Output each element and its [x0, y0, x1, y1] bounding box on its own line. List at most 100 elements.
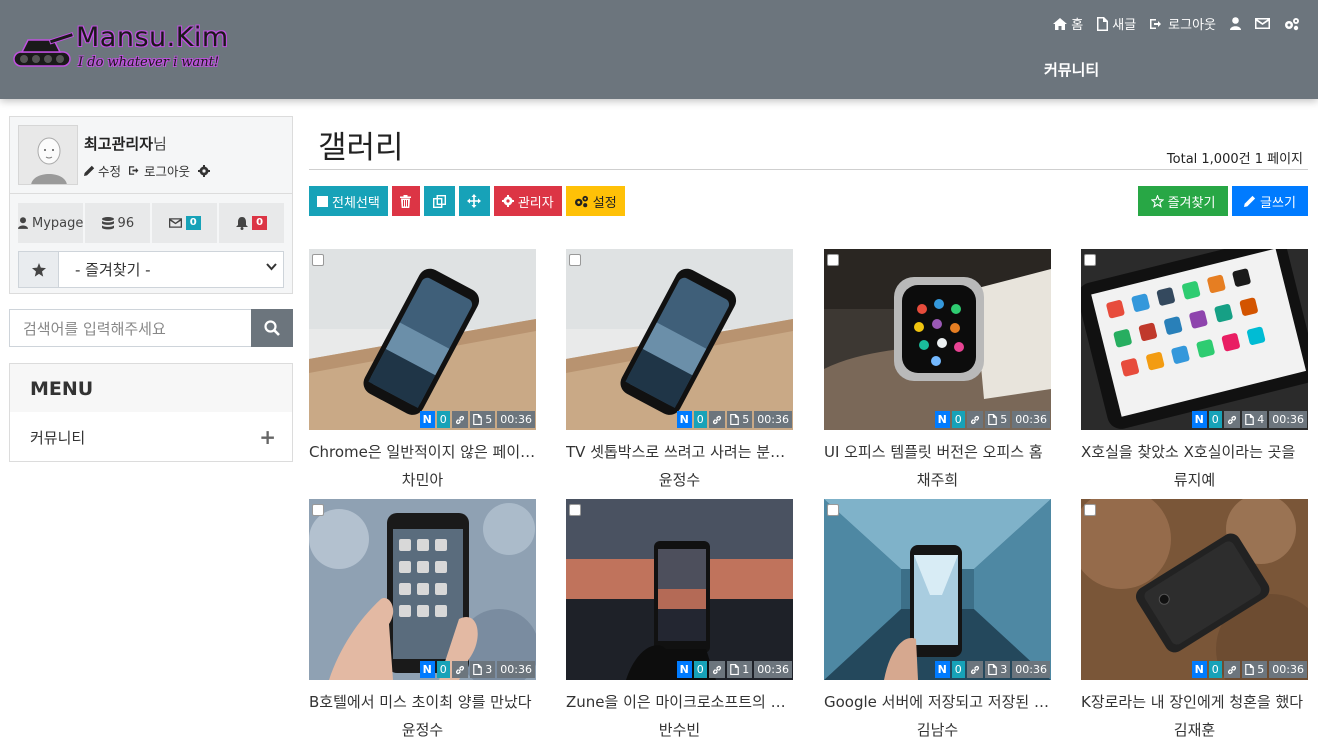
file-count-badge: 5 — [726, 411, 753, 428]
post-badges: N 0 3 00:36 — [934, 661, 1050, 678]
profile-name-text: 최고관리자 — [84, 135, 154, 153]
post-time-badge: 00:36 — [754, 411, 792, 428]
file-count-badge: 5 — [984, 411, 1011, 428]
smartwatch-image — [824, 249, 1051, 430]
post-thumbnail[interactable]: N 0 5 00:36 — [1081, 499, 1308, 680]
profile-panel: 최고관리자님 수정 로그아웃 Mypage 96 0 0 - 즐겨찾기 - — [9, 116, 293, 294]
post-time-badge: 00:36 — [1269, 661, 1307, 678]
nav-admin-settings[interactable] — [1284, 17, 1300, 31]
mypage-link[interactable]: Mypage — [18, 203, 86, 243]
profile-logout-link[interactable]: 로그아웃 — [129, 161, 190, 180]
edit-profile-link[interactable]: 수정 — [84, 161, 121, 180]
favorites-select-value: - 즐겨찾기 - — [75, 261, 151, 279]
search-button[interactable] — [251, 309, 293, 347]
comment-count-badge: 0 — [1208, 411, 1222, 428]
link-icon — [708, 661, 725, 678]
expand-plus-icon[interactable]: + — [259, 425, 276, 449]
nav-new-posts[interactable]: 새글 — [1097, 14, 1136, 33]
post-thumbnail[interactable]: N 0 1 00:36 — [566, 499, 793, 680]
post-title[interactable]: B호텔에서 미스 초이최 양를 만났다 — [309, 691, 536, 712]
new-badge: N — [934, 661, 950, 678]
gallery-card: N 0 4 00:36 X호실을 찾았소 X호실이라는 곳을 류지예 — [1081, 249, 1308, 495]
post-select-checkbox[interactable] — [312, 504, 324, 516]
post-badges: N 0 3 00:36 — [419, 661, 535, 678]
post-thumbnail[interactable]: N 0 3 00:36 — [309, 499, 536, 680]
post-thumbnail[interactable]: N 0 5 00:36 — [309, 249, 536, 430]
nav-home[interactable]: 홈 — [1053, 14, 1083, 33]
new-badge: N — [1191, 661, 1207, 678]
hand-holding-phone-image — [309, 499, 536, 680]
new-badge: N — [676, 661, 692, 678]
nav-logout-label: 로그아웃 — [1168, 18, 1216, 33]
post-title[interactable]: UI 오피스 템플릿 버전은 오피스 홈 — [824, 441, 1051, 462]
points-link[interactable]: 96 — [85, 203, 153, 243]
comment-count-badge: 0 — [951, 411, 965, 428]
file-count: 1 — [742, 663, 750, 676]
post-author[interactable]: 윤정수 — [309, 719, 536, 740]
post-badges: N 0 1 00:36 — [676, 661, 792, 678]
alarm-link[interactable]: 0 — [219, 203, 285, 243]
file-count-badge: 1 — [726, 661, 753, 678]
file-icon — [987, 664, 997, 675]
post-author[interactable]: 채주희 — [824, 469, 1051, 490]
post-select-checkbox[interactable] — [827, 504, 839, 516]
file-count: 5 — [485, 413, 493, 426]
star-outline-icon — [1150, 194, 1164, 208]
post-author[interactable]: 윤정수 — [566, 469, 793, 490]
post-author[interactable]: 류지예 — [1081, 469, 1308, 490]
write-button[interactable]: 글쓰기 — [1232, 186, 1308, 216]
post-thumbnail[interactable]: N 0 5 00:36 — [566, 249, 793, 430]
menu-item-community[interactable]: 커뮤니티 + — [10, 412, 292, 462]
post-select-checkbox[interactable] — [569, 254, 581, 266]
post-author[interactable]: 차민아 — [309, 469, 536, 490]
post-time-badge: 00:36 — [1012, 661, 1050, 678]
memo-link[interactable]: 0 — [152, 203, 220, 243]
avatar — [18, 125, 78, 185]
admin-label: 관리자 — [517, 195, 554, 211]
post-thumbnail[interactable]: N 0 5 00:36 — [824, 249, 1051, 430]
profile-settings-link[interactable] — [198, 164, 211, 177]
post-author[interactable]: 반수빈 — [566, 719, 793, 740]
gallery-card: N 0 5 00:36 Chrome은 일반적이지 않은 페이지를 보여준다 차… — [309, 249, 536, 495]
delete-selected-button[interactable] — [391, 186, 420, 216]
post-select-checkbox[interactable] — [1084, 504, 1096, 516]
post-author[interactable]: 김남수 — [824, 719, 1051, 740]
nav-messages[interactable] — [1255, 18, 1270, 29]
post-title[interactable]: Google 서버에 저장되고 저장된 자료 — [824, 691, 1051, 712]
post-select-checkbox[interactable] — [1084, 254, 1096, 266]
site-logo[interactable]: Mansu.Kim I do whatever i want! — [10, 22, 250, 76]
settings-button[interactable]: 설정 — [565, 186, 625, 216]
post-thumbnail[interactable]: N 0 3 00:36 — [824, 499, 1051, 680]
post-title[interactable]: TV 셋톱박스로 쓰려고 사려는 분들께 — [566, 441, 793, 462]
copy-selected-button[interactable] — [423, 186, 455, 216]
post-title[interactable]: Zune을 이은 마이크로소프트의 기기 — [566, 691, 793, 712]
nav-community[interactable]: 커뮤니티 — [1044, 59, 1099, 80]
phone-on-desk-image — [309, 249, 536, 430]
new-badge: N — [1191, 411, 1207, 428]
select-all-button[interactable]: 전체선택 — [309, 186, 388, 216]
search-input[interactable]: 검색어를 입력해주세요 — [9, 309, 251, 347]
envelope-icon — [168, 218, 182, 228]
profile-divider — [10, 193, 292, 194]
sunset-phone-image — [566, 499, 793, 680]
favorites-select[interactable]: - 즐겨찾기 - — [59, 252, 283, 287]
admin-button[interactable]: 관리자 — [493, 186, 562, 216]
favorite-button[interactable]: 즐겨찾기 — [1138, 186, 1228, 216]
post-author[interactable]: 김재훈 — [1081, 719, 1308, 740]
post-title[interactable]: K장로라는 내 장인에게 청혼을 했다 — [1081, 691, 1308, 712]
select-all-label: 전체선택 — [332, 195, 380, 211]
move-selected-button[interactable] — [458, 186, 490, 216]
post-thumbnail[interactable]: N 0 4 00:36 — [1081, 249, 1308, 430]
post-select-checkbox[interactable] — [312, 254, 324, 266]
post-select-checkbox[interactable] — [827, 254, 839, 266]
nav-profile[interactable] — [1230, 17, 1241, 30]
nav-logout[interactable]: 로그아웃 — [1150, 14, 1216, 33]
file-icon — [729, 664, 739, 675]
post-select-checkbox[interactable] — [569, 504, 581, 516]
post-time-badge: 00:36 — [754, 661, 792, 678]
post-title[interactable]: X호실을 찾았소 X호실이라는 곳을 — [1081, 441, 1308, 462]
sign-out-icon — [129, 166, 139, 175]
post-title[interactable]: Chrome은 일반적이지 않은 페이지를 보여준다 — [309, 441, 536, 462]
file-icon — [1244, 414, 1254, 425]
pencil-icon — [1244, 195, 1256, 207]
